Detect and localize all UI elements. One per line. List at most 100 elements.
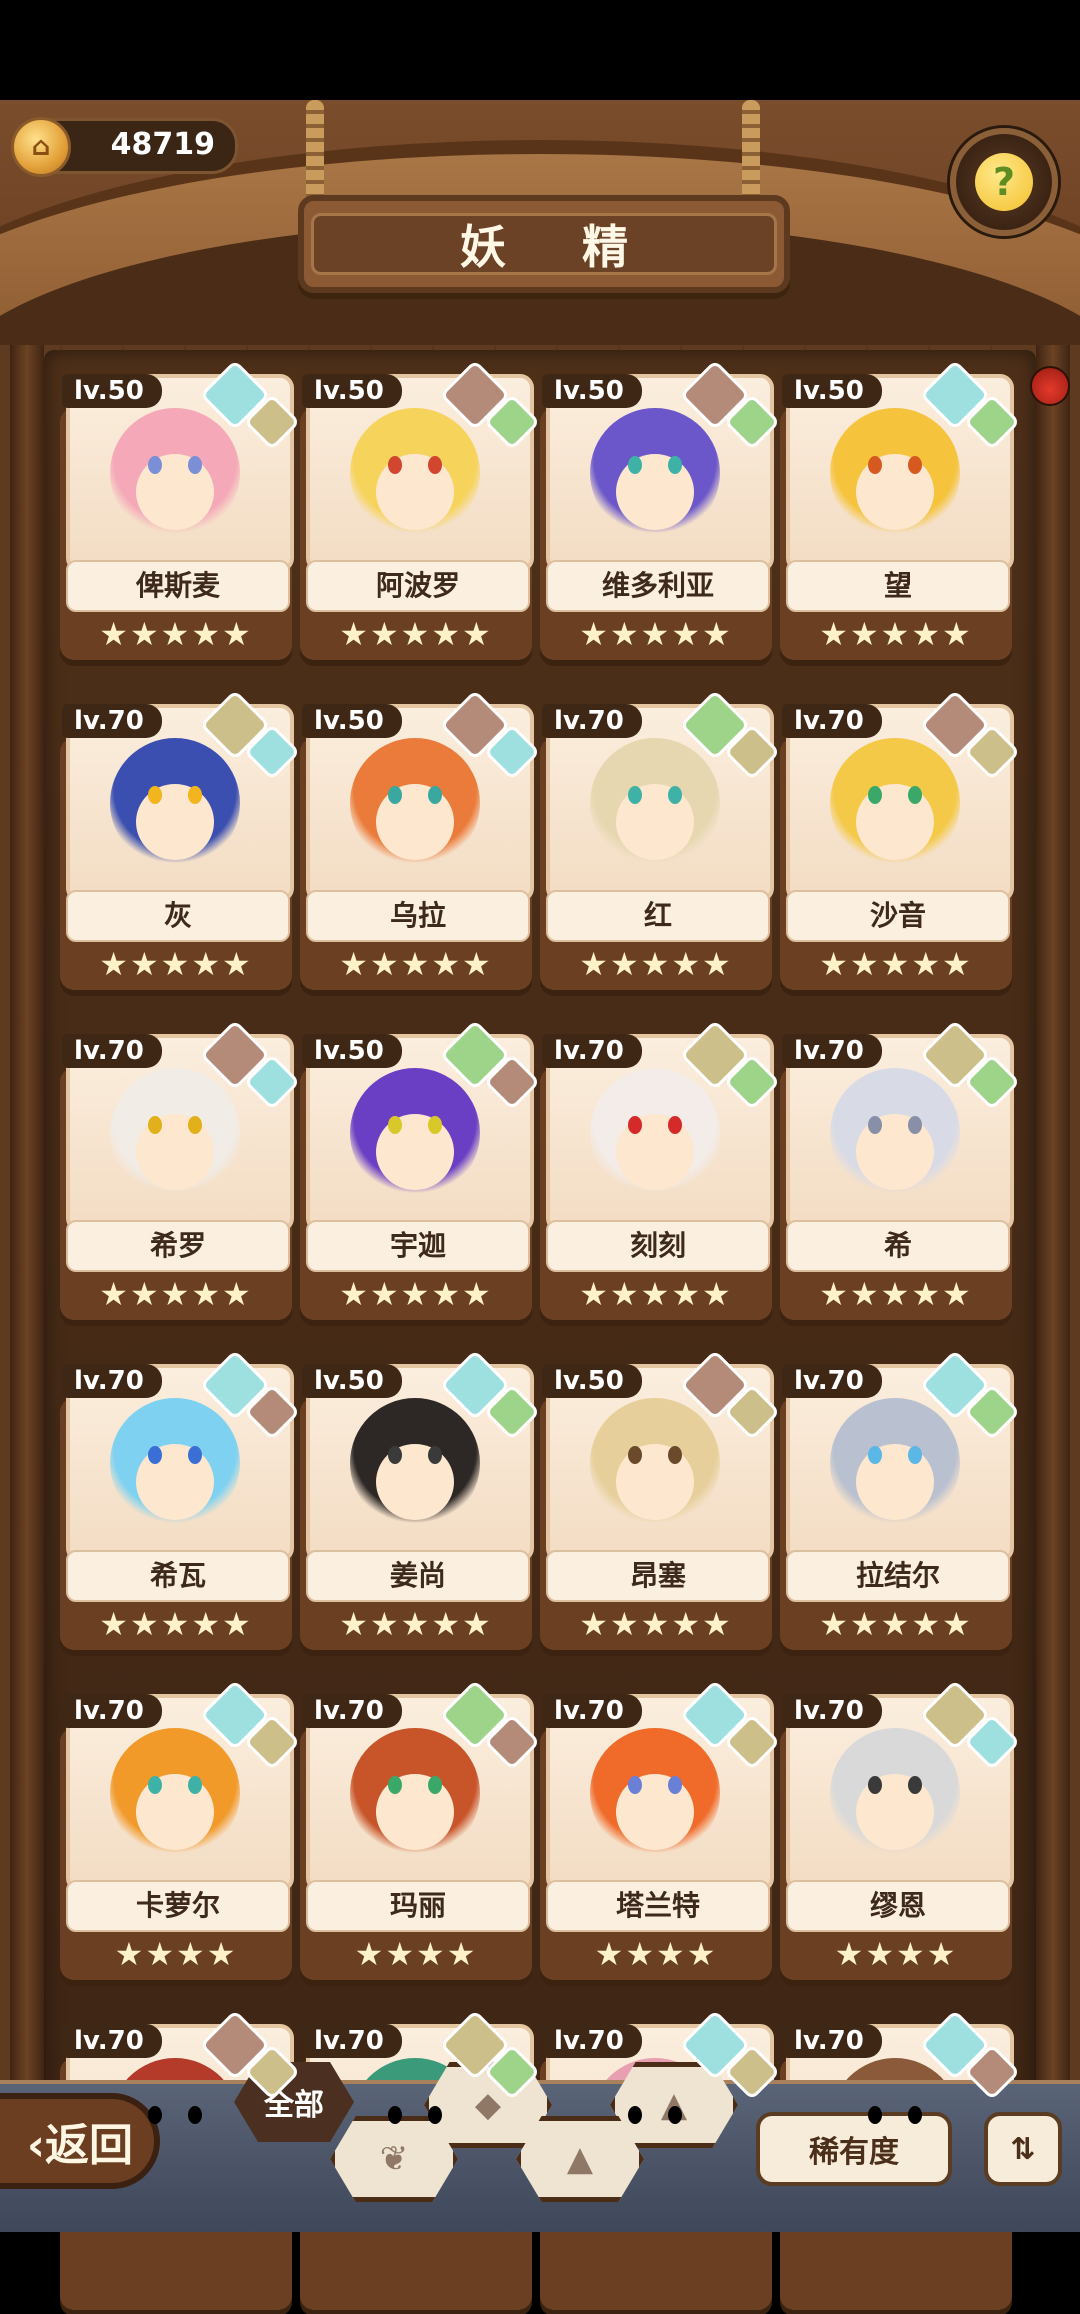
level-badge: lv.50 [302, 704, 402, 738]
fairy-eye [868, 786, 882, 804]
fairy-eye [628, 1776, 642, 1794]
fairy-card[interactable]: lv.70 卡萝尔 ★★★★ [60, 1679, 301, 1984]
fairy-card[interactable]: lv.50 维多利亚 ★★★★★ [540, 359, 781, 664]
fairy-card[interactable]: lv.70 红 ★★★★★ [540, 689, 781, 994]
level-badge: lv.70 [542, 1034, 642, 1068]
fairy-portrait [590, 1068, 720, 1198]
help-button[interactable]: ? [950, 128, 1058, 236]
fairy-eye [388, 786, 402, 804]
fairy-eye [908, 456, 922, 474]
fairy-card[interactable]: lv.70 灰 ★★★★★ [60, 689, 301, 994]
fairy-eye [188, 2106, 202, 2124]
sort-rarity-button[interactable]: 稀有度 [756, 2112, 952, 2186]
ladybug-icon [1030, 366, 1070, 406]
fairy-card[interactable]: lv.50 俾斯麦 ★★★★★ [60, 359, 301, 664]
fairy-eye [188, 1776, 202, 1794]
sort-order-icon[interactable]: ⇅ [984, 2112, 1062, 2186]
fairy-eye [628, 786, 642, 804]
level-badge: lv.50 [62, 374, 162, 408]
fairy-card[interactable]: lv.70 拉结尔 ★★★★★ [780, 1349, 1021, 1654]
fairy-portrait [590, 738, 720, 868]
fairy-card[interactable]: lv.70 塔兰特 ★★★★ [540, 1679, 781, 1984]
star-rating: ★★★★★ [579, 1605, 733, 1643]
fairy-portrait [110, 1398, 240, 1528]
rock-icon[interactable]: ▲ [516, 2116, 644, 2202]
star-rating: ★★★★★ [339, 615, 493, 653]
fairy-portrait [590, 1398, 720, 1528]
fairy-eye [628, 2106, 642, 2124]
fairy-card[interactable]: lv.70 希瓦 ★★★★★ [60, 1349, 301, 1654]
fairy-eye [868, 1446, 882, 1464]
level-badge: lv.70 [542, 1694, 642, 1728]
fairy-eye [428, 456, 442, 474]
fairy-portrait [830, 408, 960, 538]
level-badge: lv.70 [782, 1694, 882, 1728]
fairy-eye [908, 1446, 922, 1464]
fairy-name: 望 [786, 560, 1010, 612]
fairy-portrait [350, 738, 480, 868]
level-badge: lv.70 [302, 1694, 402, 1728]
star-rating: ★★★★ [594, 1935, 718, 1973]
sprout-icon[interactable]: ❦ [330, 2116, 458, 2202]
fairy-name: 沙音 [786, 890, 1010, 942]
star-rating: ★★★★★ [99, 1275, 253, 1313]
fairy-card[interactable]: lv.50 姜尚 ★★★★★ [300, 1349, 541, 1654]
fairy-card[interactable]: lv.50 昂塞 ★★★★★ [540, 1349, 781, 1654]
fairy-card[interactable]: lv.70 玛丽 ★★★★ [300, 1679, 541, 1984]
level-badge: lv.70 [782, 704, 882, 738]
fairy-eye [388, 1776, 402, 1794]
fairy-card[interactable]: lv.70 希 ★★★★★ [780, 1019, 1021, 1324]
level-badge: lv.50 [782, 374, 882, 408]
currency-display: ⌂ 48719 [11, 117, 238, 177]
level-badge: lv.50 [542, 374, 642, 408]
fairy-portrait [590, 1728, 720, 1858]
level-badge: lv.50 [302, 1364, 402, 1398]
fairy-eye [148, 1116, 162, 1134]
fairy-card[interactable]: lv.50 宇迦 ★★★★★ [300, 1019, 541, 1324]
fairy-eye [628, 1116, 642, 1134]
level-badge: lv.70 [782, 1364, 882, 1398]
fairy-eye [148, 786, 162, 804]
star-rating: ★★★★ [834, 1935, 958, 1973]
fairy-eye [388, 456, 402, 474]
fairy-card[interactable]: lv.70 沙音 ★★★★★ [780, 689, 1021, 994]
fairy-portrait [830, 1398, 960, 1528]
star-rating: ★★★★ [114, 1935, 238, 1973]
fairy-eye [428, 1446, 442, 1464]
coin-value: 48719 [110, 127, 215, 162]
fairy-eye [388, 1446, 402, 1464]
question-sprout-icon: ? [975, 153, 1033, 211]
level-badge: lv.70 [542, 2024, 642, 2058]
fairy-portrait [350, 1728, 480, 1858]
fairy-card[interactable]: lv.50 望 ★★★★★ [780, 359, 1021, 664]
back-button[interactable]: ‹返回 [0, 2093, 160, 2189]
coin-icon: ⌂ [11, 117, 71, 177]
fairy-name: 希罗 [66, 1220, 290, 1272]
level-badge: lv.70 [782, 1034, 882, 1068]
fairy-card[interactable]: lv.70 刻刻 ★★★★★ [540, 1019, 781, 1324]
sign-rope-right [742, 100, 760, 210]
fairy-card[interactable]: lv.70 缪恩 ★★★★ [780, 1679, 1021, 1984]
fairy-grid: lv.50 俾斯麦 ★★★★★ lv.50 阿波罗 ★★★★★ lv.50 维多利亚 ★★★★★… [60, 359, 1021, 2310]
page-title: 妖 精 [311, 213, 777, 275]
fairy-name: 乌拉 [306, 890, 530, 942]
fairy-name: 玛丽 [306, 1880, 530, 1932]
fairy-card[interactable]: lv.50 乌拉 ★★★★★ [300, 689, 541, 994]
fairy-eye [668, 456, 682, 474]
star-rating: ★★★★★ [819, 1275, 973, 1313]
fairy-card[interactable]: lv.50 阿波罗 ★★★★★ [300, 359, 541, 664]
fairy-portrait [830, 1068, 960, 1198]
star-rating: ★★★★★ [99, 1605, 253, 1643]
fairy-eye [908, 1116, 922, 1134]
fairy-name: 红 [546, 890, 770, 942]
fairy-eye [428, 1116, 442, 1134]
fairy-eye [668, 786, 682, 804]
fairy-eye [868, 456, 882, 474]
fairy-card[interactable]: lv.70 希罗 ★★★★★ [60, 1019, 301, 1324]
star-rating: ★★★★ [354, 1935, 478, 1973]
fairy-eye [908, 1776, 922, 1794]
level-badge: lv.70 [62, 704, 162, 738]
fairy-name: 俾斯麦 [66, 560, 290, 612]
level-badge: lv.70 [62, 1034, 162, 1068]
fairy-eye [388, 2106, 402, 2124]
